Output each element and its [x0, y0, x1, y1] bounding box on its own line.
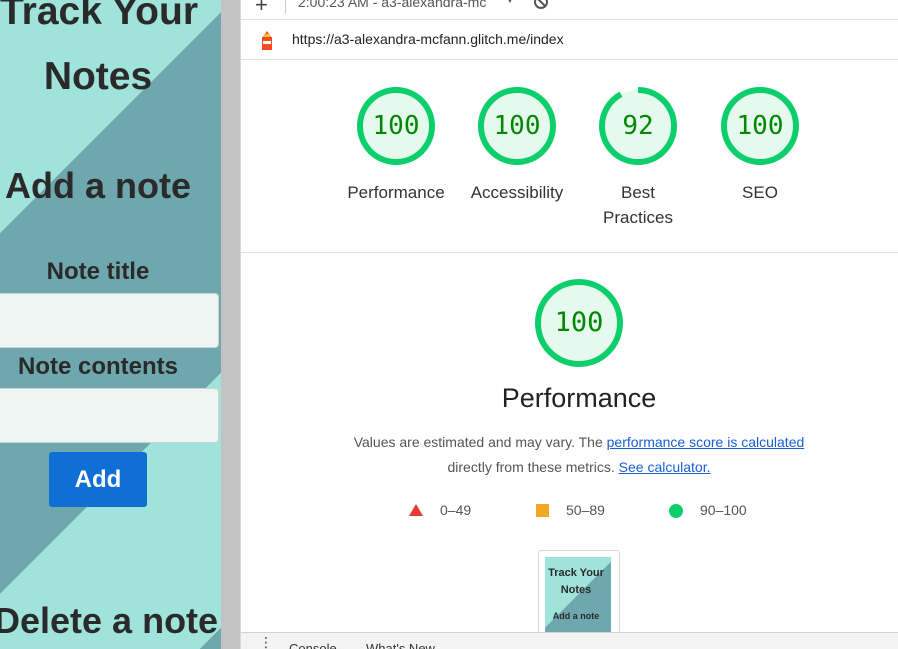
lighthouse-logo-icon	[262, 31, 272, 50]
report-selector[interactable]: 2:00:23 AM - a3-alexandra-mc	[298, 0, 486, 10]
gauge-score: 92	[622, 111, 654, 141]
performance-main-gauge: 100	[534, 278, 624, 368]
thumbnail-image: Track Your Notes Add a note	[545, 557, 611, 639]
devtools-drawer: ⋮ Console What's New	[241, 632, 898, 649]
best-practices-gauge: 92	[598, 86, 678, 166]
gauge-score: 100	[372, 111, 420, 141]
gauge-score: 100	[493, 111, 541, 141]
desc-text: Values are estimated and may vary. The	[353, 434, 607, 450]
add-note-heading: Add a note	[5, 165, 191, 206]
see-calculator-link[interactable]: See calculator.	[619, 459, 711, 475]
gauge-label: Performance	[347, 183, 445, 202]
lighthouse-panel: + 2:00:23 AM - a3-alexandra-mc ▼ https:/…	[241, 0, 898, 649]
delete-note-heading: Delete a note	[0, 600, 219, 641]
note-title-input[interactable]	[0, 293, 219, 348]
tab-whats-new[interactable]: What's New	[366, 641, 435, 649]
performance-score: 100	[554, 307, 604, 338]
gauge-accessibility[interactable]: 100 Accessibility	[457, 86, 577, 205]
gauge-label: Accessibility	[470, 183, 564, 202]
thumbnail-subtitle: Add a note	[552, 611, 600, 621]
performance-title: Performance	[501, 383, 657, 413]
gauge-performance[interactable]: 100 Performance	[336, 86, 456, 205]
thumbnail-title: Track Your Notes	[548, 567, 604, 596]
toolbar-separator	[285, 0, 286, 14]
gauge-best-practices[interactable]: 92 Best Practices	[578, 86, 698, 230]
legend-average: 50–89	[536, 502, 605, 518]
dropdown-caret-icon[interactable]: ▼	[505, 0, 515, 6]
note-contents-label: Note contents	[17, 353, 178, 380]
legend-range: 50–89	[566, 502, 605, 518]
split-divider[interactable]	[221, 0, 241, 649]
accessibility-gauge: 100	[477, 86, 557, 166]
app-title-line1: Track Your	[0, 0, 198, 33]
report-url-bar: https://a3-alexandra-mcfann.glitch.me/in…	[241, 20, 898, 60]
seo-gauge: 100	[720, 86, 800, 166]
legend-fail: 0–49	[409, 502, 471, 518]
note-title-label: Note title	[46, 258, 150, 285]
notes-app-page: Track Your Notes Add a note Note title N…	[0, 0, 221, 649]
desc-text-2: directly from these metrics.	[447, 459, 619, 475]
average-square-icon	[536, 504, 549, 517]
clear-block-icon[interactable]	[533, 0, 549, 10]
fail-triangle-icon	[409, 504, 423, 516]
note-contents-input[interactable]	[0, 388, 219, 443]
add-note-button[interactable]: Add	[49, 452, 147, 507]
app-title-line2: Notes	[43, 55, 153, 98]
legend-range: 90–100	[700, 502, 747, 518]
legend-range: 0–49	[440, 502, 472, 518]
performance-description: Values are estimated and may vary. The p…	[241, 430, 898, 480]
section-divider	[241, 252, 898, 253]
gauge-label: Best Practices	[603, 183, 673, 227]
gauge-score: 100	[736, 111, 784, 141]
pass-circle-icon	[669, 504, 683, 518]
gauge-label: SEO	[742, 183, 778, 202]
score-calculated-link[interactable]: performance score is calculated	[607, 434, 805, 450]
gauge-seo[interactable]: 100 SEO	[700, 86, 820, 205]
performance-gauge: 100	[356, 86, 436, 166]
legend-pass: 90–100	[669, 502, 747, 518]
final-screenshot-thumbnail[interactable]: Track Your Notes Add a note	[538, 550, 620, 640]
devtools-toolbar: + 2:00:23 AM - a3-alexandra-mc ▼	[241, 0, 898, 20]
tab-console[interactable]: Console	[289, 641, 337, 649]
drawer-menu-icon[interactable]: ⋮	[259, 635, 273, 649]
new-report-icon[interactable]: +	[255, 0, 268, 18]
report-url[interactable]: https://a3-alexandra-mcfann.glitch.me/in…	[292, 31, 564, 47]
